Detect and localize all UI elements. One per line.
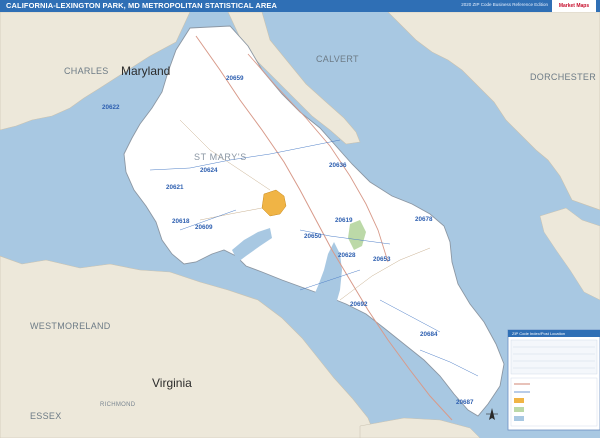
label-charles: CHARLES [64,66,109,76]
label-westmoreland: WESTMORELAND [30,321,111,331]
label-richmond: RICHMOND [100,402,136,408]
zip-20618: 20618 [172,218,190,225]
label-st-marys: ST MARY'S [194,152,247,162]
label-virginia: Virginia [152,376,192,390]
map-frame: CALIFORNIA-LEXINGTON PARK, MD METROPOLIT… [0,0,600,438]
legend-city-symbol [514,398,524,403]
label-essex: ESSEX [30,411,62,421]
zip-20628: 20628 [338,252,356,259]
zip-20684: 20684 [420,331,438,338]
zip-20619: 20619 [335,217,353,224]
title-bar: CALIFORNIA-LEXINGTON PARK, MD METROPOLIT… [0,0,600,12]
zip-20636: 20636 [329,162,347,169]
zip-20621: 20621 [166,184,184,191]
zip-20687: 20687 [456,399,474,406]
legend-park-symbol [514,407,524,412]
legend-water-symbol [514,416,524,421]
legend-title: ZIP Code Index/Post Location [512,331,565,336]
map-canvas: CHARLES Maryland CALVERT DORCHESTER ST M… [0,12,600,438]
zip-20653: 20653 [373,256,391,263]
market-maps-logo: Market Maps [552,0,596,12]
legend-index-table [510,339,598,375]
zip-20692: 20692 [350,301,368,308]
zip-20650: 20650 [304,233,322,240]
zip-20609: 20609 [195,224,213,231]
zip-20659: 20659 [226,75,244,82]
legend-panel: ZIP Code Index/Post Location [507,329,600,431]
label-maryland: Maryland [121,64,170,78]
map-title: CALIFORNIA-LEXINGTON PARK, MD METROPOLIT… [6,1,278,10]
zip-20624: 20624 [200,167,218,174]
zip-20678: 20678 [415,216,433,223]
edition-note: 2020 ZIP Code Business Reference Edition [461,2,548,7]
zip-20622: 20622 [102,104,120,111]
label-dorchester: DORCHESTER [530,72,596,82]
label-calvert: CALVERT [316,54,359,64]
logo-text: Market Maps [558,3,590,9]
